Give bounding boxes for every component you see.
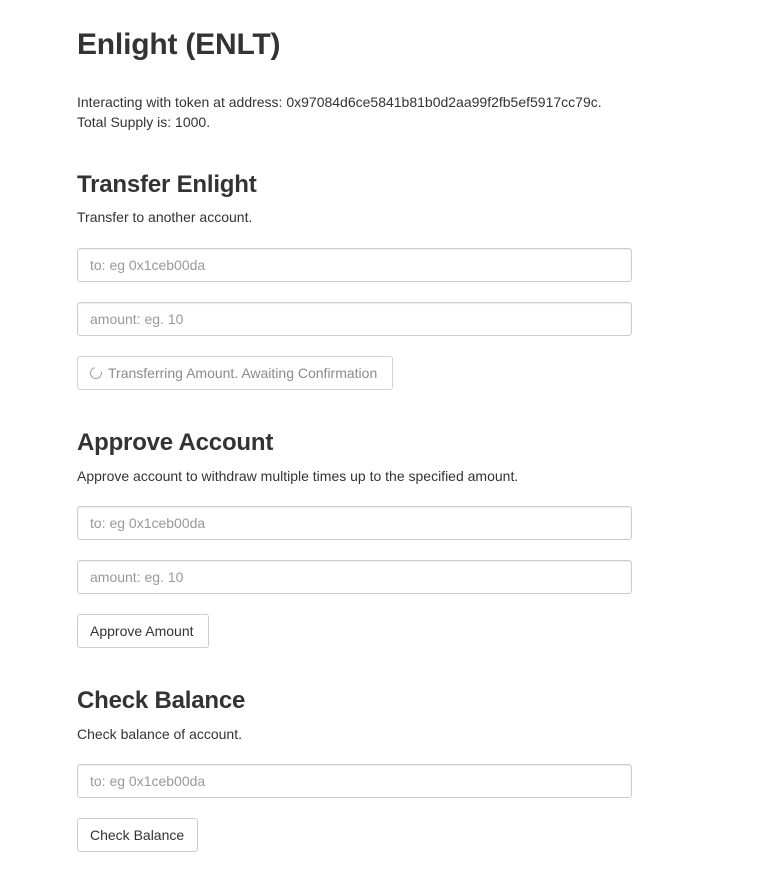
total-supply-text: Total Supply is: 1000.: [77, 114, 211, 130]
approve-description: Approve account to withdraw multiple tim…: [77, 468, 519, 484]
approve-button-label: Approve Amount: [90, 623, 194, 639]
check-balance-button[interactable]: Check Balance: [77, 818, 198, 852]
approve-heading: Approve Account: [77, 429, 274, 456]
check-balance-button-label: Check Balance: [90, 827, 185, 843]
transfer-button[interactable]: Transferring Amount. Awaiting Confirmati…: [77, 356, 393, 390]
spinner-icon: [87, 364, 105, 382]
page: Enlight (ENLT) Interacting with token at…: [0, 0, 757, 884]
approve-amount-button[interactable]: Approve Amount: [77, 614, 209, 648]
approve-to-input[interactable]: [77, 506, 632, 540]
token-address-text: Interacting with token at address: 0x970…: [77, 94, 602, 110]
balance-heading: Check Balance: [77, 687, 246, 714]
balance-account-input[interactable]: [77, 764, 632, 798]
transfer-to-input[interactable]: [77, 248, 632, 282]
transfer-amount-input[interactable]: [77, 302, 632, 336]
transfer-description: Transfer to another account.: [77, 209, 253, 225]
approve-amount-input[interactable]: [77, 560, 632, 594]
balance-description: Check balance of account.: [77, 726, 242, 742]
transfer-heading: Transfer Enlight: [77, 171, 257, 198]
transfer-button-label: Transferring Amount. Awaiting Confirmati…: [108, 365, 378, 381]
page-title: Enlight (ENLT): [77, 28, 281, 61]
